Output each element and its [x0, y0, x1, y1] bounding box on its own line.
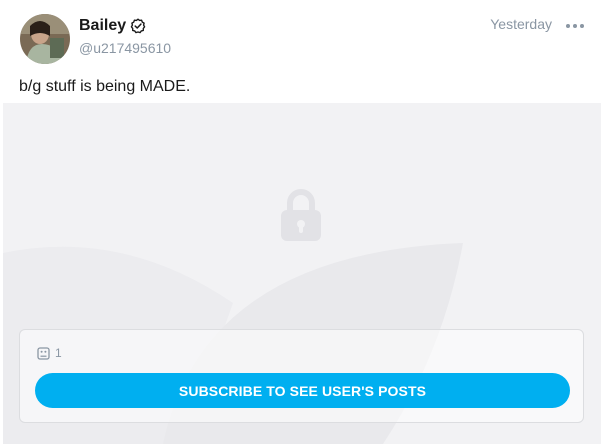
- avatar-image: [20, 14, 70, 64]
- subscribe-panel: 1 SUBSCRIBE TO SEE USER'S POSTS: [19, 329, 584, 423]
- verified-check-icon: [130, 18, 146, 34]
- post-timestamp[interactable]: Yesterday: [490, 16, 552, 32]
- locked-media-area: 1 SUBSCRIBE TO SEE USER'S POSTS: [3, 103, 601, 444]
- author-display-name[interactable]: Bailey: [79, 17, 126, 35]
- avatar[interactable]: [20, 14, 70, 64]
- author-username[interactable]: @u217495610: [79, 40, 171, 56]
- more-horizontal-icon[interactable]: [566, 17, 584, 35]
- post-header: Bailey @u217495610 Yesterday: [0, 0, 606, 70]
- image-icon: [37, 346, 50, 360]
- lock-icon: [281, 189, 321, 241]
- post-card: Bailey @u217495610 Yesterday b/g stuff i…: [0, 0, 606, 444]
- media-count: 1: [37, 346, 62, 360]
- post-text: b/g stuff is being MADE.: [19, 78, 191, 95]
- media-count-value: 1: [55, 346, 62, 360]
- author-name-row: Bailey: [79, 15, 146, 37]
- subscribe-button[interactable]: SUBSCRIBE TO SEE USER'S POSTS: [35, 373, 570, 408]
